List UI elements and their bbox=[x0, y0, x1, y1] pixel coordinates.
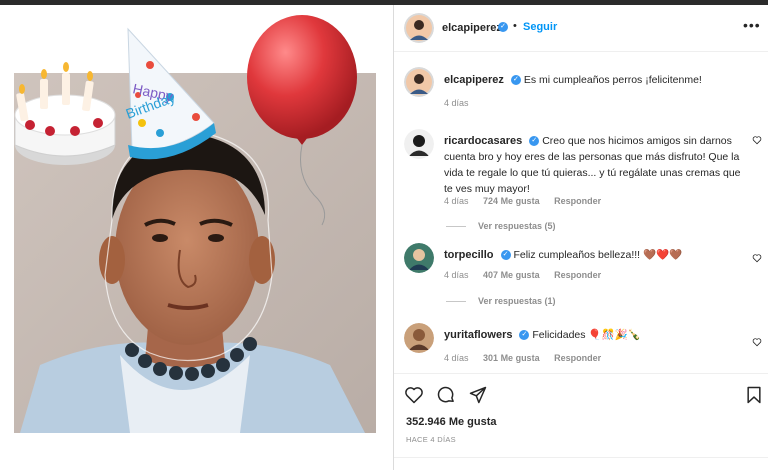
caption-text: elcapiperez ✓ Es mi cumpleaños perros ¡fe… bbox=[444, 72, 744, 88]
view-replies-button[interactable]: Ver respuestas (1) bbox=[446, 296, 556, 306]
post-sidebar: elcapiperez ✓ • Seguir ••• elcapiperez ✓ … bbox=[394, 5, 768, 470]
caption: elcapiperez ✓ Es mi cumpleaños perros ¡fe… bbox=[394, 67, 768, 113]
comment-age: 4 días bbox=[444, 196, 469, 206]
like-comment-icon[interactable] bbox=[752, 253, 762, 263]
comment-meta: 4 días 407 Me gusta Responder bbox=[444, 270, 613, 280]
follow-button[interactable]: Seguir bbox=[523, 21, 557, 33]
comment-icon[interactable] bbox=[436, 385, 456, 405]
comment-likes[interactable]: 724 Me gusta bbox=[483, 196, 540, 206]
caption-username[interactable]: elcapiperez bbox=[444, 74, 504, 86]
list-item: torpecillo ✓ Feliz cumpleaños belleza!!! … bbox=[394, 243, 768, 313]
comment-likes[interactable]: 301 Me gusta bbox=[483, 353, 540, 363]
comment-body: Felicidades 🎈🎊🎉🍾 bbox=[532, 329, 641, 341]
verified-icon: ✓ bbox=[529, 136, 540, 147]
caption-age: 4 días bbox=[444, 98, 469, 108]
reply-button[interactable]: Responder bbox=[554, 270, 601, 280]
verified-icon: ✓ bbox=[498, 22, 508, 32]
like-comment-icon[interactable] bbox=[752, 337, 762, 347]
comment-username[interactable]: ricardocasares bbox=[444, 135, 522, 147]
view-replies-label: Ver respuestas (5) bbox=[478, 221, 556, 231]
view-replies-label: Ver respuestas (1) bbox=[478, 296, 556, 306]
separator-dot: • bbox=[513, 20, 517, 32]
avatar[interactable] bbox=[404, 129, 434, 159]
caption-meta: 4 días bbox=[444, 98, 481, 108]
avatar[interactable] bbox=[404, 67, 434, 97]
share-icon[interactable] bbox=[468, 385, 488, 405]
avatar[interactable] bbox=[404, 323, 434, 353]
actions-divider bbox=[394, 373, 768, 374]
comment-likes[interactable]: 407 Me gusta bbox=[483, 270, 540, 280]
comment-meta: 4 días 301 Me gusta Responder bbox=[444, 353, 613, 363]
comment-username[interactable]: yuritaflowers bbox=[444, 329, 512, 341]
comment-text: ricardocasares ✓ Creo que nos hicimos ami… bbox=[444, 133, 744, 197]
post-header: elcapiperez ✓ • Seguir ••• bbox=[394, 5, 768, 52]
comment-username[interactable]: torpecillo bbox=[444, 249, 494, 261]
caption-body: Es mi cumpleaños perros ¡felicitenme! bbox=[523, 74, 702, 86]
comment-text: torpecillo ✓ Feliz cumpleaños belleza!!! … bbox=[444, 247, 744, 263]
comment-age: 4 días bbox=[444, 353, 469, 363]
comment-text: yuritaflowers ✓ Felicidades 🎈🎊🎉🍾 bbox=[444, 327, 744, 343]
comment-meta: 4 días 724 Me gusta Responder bbox=[444, 196, 613, 206]
replies-line bbox=[446, 226, 466, 228]
comment-age: 4 días bbox=[444, 270, 469, 280]
post-actions bbox=[394, 381, 768, 409]
view-replies-button[interactable]: Ver respuestas (5) bbox=[446, 221, 556, 231]
list-item: yuritaflowers ✓ Felicidades 🎈🎊🎉🍾 4 días 3… bbox=[394, 323, 768, 369]
verified-icon: ✓ bbox=[510, 75, 521, 86]
avatar[interactable] bbox=[404, 13, 434, 43]
post-image[interactable]: Happy Birthday bbox=[0, 5, 393, 470]
replies-line bbox=[446, 301, 466, 303]
like-comment-icon[interactable] bbox=[752, 135, 762, 145]
comment-body: Feliz cumpleaños belleza!!! 🤎❤️🤎 bbox=[513, 249, 683, 261]
bookmark-icon[interactable] bbox=[744, 385, 764, 405]
verified-icon: ✓ bbox=[500, 250, 511, 261]
reply-button[interactable]: Responder bbox=[554, 353, 601, 363]
post-likes-count[interactable]: 352.946 Me gusta bbox=[406, 416, 497, 428]
post-timestamp: HACE 4 DÍAS bbox=[406, 435, 456, 444]
more-options-icon[interactable]: ••• bbox=[743, 17, 761, 33]
list-item: ricardocasares ✓ Creo que nos hicimos ami… bbox=[394, 129, 768, 239]
heart-icon[interactable] bbox=[404, 385, 424, 405]
footer-divider bbox=[394, 457, 768, 458]
avatar[interactable] bbox=[404, 243, 434, 273]
verified-icon: ✓ bbox=[519, 330, 530, 341]
reply-button[interactable]: Responder bbox=[554, 196, 601, 206]
author-username[interactable]: elcapiperez bbox=[442, 22, 502, 34]
